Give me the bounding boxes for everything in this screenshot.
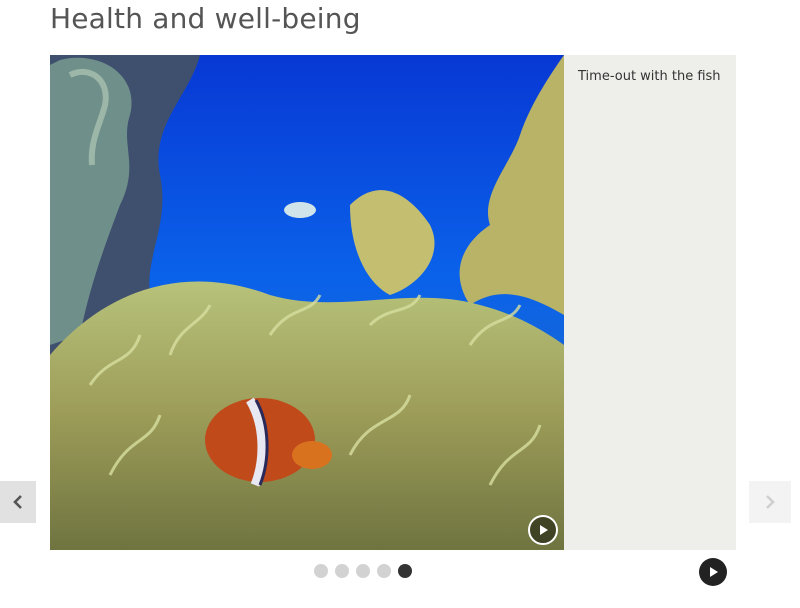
carousel-dot[interactable] bbox=[335, 564, 349, 578]
chevron-right-icon bbox=[766, 495, 775, 509]
autoplay-button[interactable] bbox=[699, 558, 727, 586]
image-carousel: Time-out with the fish bbox=[50, 55, 736, 550]
chevron-left-icon bbox=[13, 495, 22, 509]
coral-reef-image bbox=[50, 55, 564, 550]
carousel-dot[interactable] bbox=[314, 564, 328, 578]
slide-video-thumbnail[interactable] bbox=[50, 55, 564, 550]
slide-caption-panel: Time-out with the fish bbox=[564, 55, 736, 550]
video-play-button[interactable] bbox=[528, 515, 558, 545]
play-circle-icon bbox=[710, 567, 718, 577]
carousel-prev-button[interactable] bbox=[0, 481, 36, 523]
carousel-dot[interactable] bbox=[356, 564, 370, 578]
carousel-dot-active[interactable] bbox=[398, 564, 412, 578]
carousel-next-button[interactable] bbox=[749, 481, 791, 523]
carousel-pagination bbox=[314, 564, 412, 578]
play-icon bbox=[540, 525, 548, 535]
page-title: Health and well-being bbox=[50, 2, 361, 35]
slide-caption-text: Time-out with the fish bbox=[578, 69, 721, 84]
carousel-dot[interactable] bbox=[377, 564, 391, 578]
